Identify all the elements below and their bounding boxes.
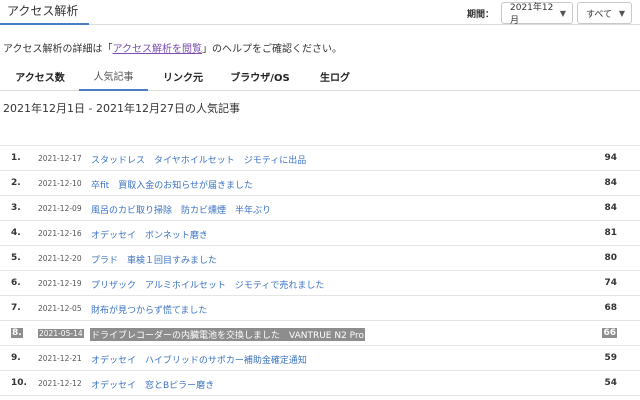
article-count: 84: [604, 203, 617, 213]
scope-select[interactable]: すべて ▼: [577, 2, 632, 24]
article-title-link[interactable]: スタッドレス タイヤホイルセット ジモティに出品: [91, 153, 306, 166]
article-rank: 3.: [11, 203, 21, 213]
table-row: 7. 2021-12-05 財布が見つからず慌てました 68: [0, 296, 640, 321]
tab-access-count[interactable]: アクセス数: [6, 62, 74, 91]
help-link[interactable]: アクセス解析を閲覧: [113, 44, 203, 55]
article-title-link[interactable]: 財布が見つからず慌てました: [91, 303, 207, 316]
table-row: 2. 2021-12-10 卒fit 買取入金のお知らせが届きました 84: [0, 171, 640, 196]
article-rank: 2.: [11, 178, 21, 188]
tab-popular-articles[interactable]: 人気記事: [79, 62, 148, 91]
article-rank: 1.: [11, 153, 21, 163]
article-date: 2021-12-17: [38, 154, 82, 163]
article-count: 81: [604, 228, 617, 238]
month-select[interactable]: 2021年12月 ▼: [501, 2, 573, 26]
table-row: 4. 2021-12-16 オデッセイ ボンネット磨き 81: [0, 221, 640, 246]
article-date: 2021-12-21: [38, 354, 82, 363]
article-title-link[interactable]: オデッセイ 窓とBピラー磨き: [91, 378, 214, 391]
article-rank: 8.: [11, 328, 23, 338]
range-title: 2021年12月1日 - 2021年12月27日の人気記事: [3, 102, 240, 115]
article-date: 2021-12-19: [38, 279, 82, 288]
article-count: 84: [604, 178, 617, 188]
table-row: 5. 2021-12-20 プラド 車検１回目すみました 80: [0, 246, 640, 271]
article-title-link[interactable]: オデッセイ ハイブリッドのサポカー補助金確定通知: [91, 353, 307, 366]
tab-browser-os[interactable]: ブラウザ/OS: [218, 62, 302, 91]
article-title-link[interactable]: ドライブレコーダーの内臓電池を交換しました VANTRUE N2 Pro: [90, 328, 365, 341]
article-date: 2021-12-05: [38, 304, 82, 313]
table-row: 9. 2021-12-21 オデッセイ ハイブリッドのサポカー補助金確定通知 5…: [0, 346, 640, 371]
article-rank: 6.: [11, 278, 21, 288]
tab-referrers[interactable]: リンク元: [153, 62, 213, 91]
header-bar: アクセス解析 期間： 2021年12月 ▼ すべて ▼: [0, 0, 640, 26]
article-count: 68: [604, 303, 617, 313]
article-date: 2021-05-14: [38, 329, 84, 338]
table-row: 3. 2021-12-09 風呂のカビ取り掃除 防カビ燻煙 半年ぶり 84: [0, 196, 640, 221]
article-count: 66: [602, 328, 617, 338]
article-date: 2021-12-10: [38, 179, 82, 188]
article-date: 2021-12-12: [38, 379, 82, 388]
article-title-link[interactable]: プラド 車検１回目すみました: [91, 253, 217, 266]
chevron-down-icon: ▼: [559, 8, 566, 18]
article-rank: 5.: [11, 253, 21, 263]
article-date: 2021-12-16: [38, 229, 82, 238]
article-rank: 7.: [11, 303, 21, 313]
article-rank: 4.: [11, 228, 21, 238]
analysis-tabs: アクセス数 人気記事 リンク元 ブラウザ/OS 生ログ: [0, 62, 640, 91]
article-title-link[interactable]: 風呂のカビ取り掃除 防カビ燻煙 半年ぶり: [91, 203, 271, 216]
article-rank: 9.: [11, 353, 21, 363]
table-row: 1. 2021-12-17 スタッドレス タイヤホイルセット ジモティに出品 9…: [0, 146, 640, 171]
article-date: 2021-12-09: [38, 204, 82, 213]
article-count: 80: [604, 253, 617, 263]
article-title-link[interactable]: プリザック アルミホイルセット ジモティで売れました: [91, 278, 324, 291]
tab-raw-log[interactable]: 生ログ: [307, 62, 363, 91]
article-count: 54: [604, 378, 617, 388]
page-title-tab[interactable]: アクセス解析: [0, 0, 89, 25]
help-suffix: 」のヘルプをご確認ください。: [202, 44, 342, 55]
period-label: 期間：: [466, 9, 494, 20]
article-title-link[interactable]: 卒fit 買取入金のお知らせが届きました: [91, 178, 253, 191]
article-count: 74: [604, 278, 617, 288]
scope-select-value: すべて: [586, 9, 613, 20]
table-row-selected: 8. 2021-05-14 ドライブレコーダーの内臓電池を交換しました VANT…: [0, 321, 640, 346]
article-rank: 10.: [11, 378, 27, 388]
chevron-down-icon: ▼: [618, 8, 625, 18]
period-filter: 期間： 2021年12月 ▼ すべて ▼: [466, 2, 632, 26]
help-text: アクセス解析の詳細は「アクセス解析を閲覧」のヘルプをご確認ください。: [3, 40, 342, 55]
popular-articles-table: 1. 2021-12-17 スタッドレス タイヤホイルセット ジモティに出品 9…: [0, 145, 640, 396]
article-date: 2021-12-20: [38, 254, 82, 263]
help-prefix: アクセス解析の詳細は「: [3, 44, 113, 55]
article-count: 59: [604, 353, 617, 363]
article-title-link[interactable]: オデッセイ ボンネット磨き: [91, 228, 208, 241]
article-count: 94: [604, 153, 617, 163]
table-row: 10. 2021-12-12 オデッセイ 窓とBピラー磨き 54: [0, 371, 640, 396]
month-select-value: 2021年12月: [510, 3, 554, 26]
table-row: 6. 2021-12-19 プリザック アルミホイルセット ジモティで売れました…: [0, 271, 640, 296]
